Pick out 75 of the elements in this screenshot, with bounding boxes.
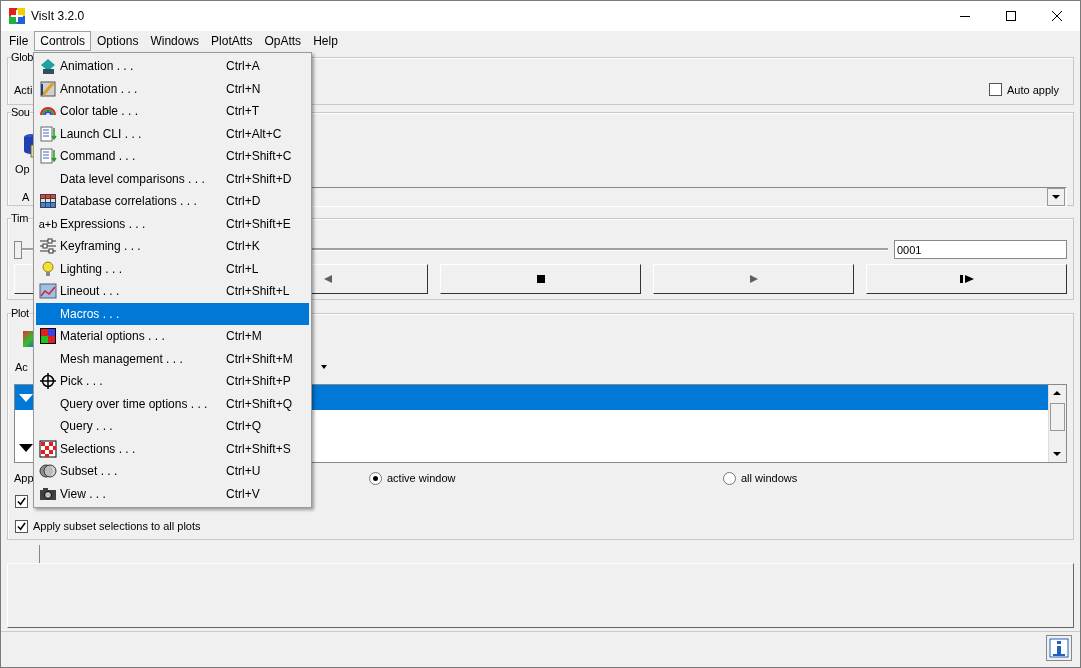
label: Acti [14, 83, 33, 96]
app-logo-icon [9, 8, 25, 24]
menu-item[interactable]: Lineout . . . Ctrl+Shift+L [36, 280, 309, 303]
group-title: Sou [11, 106, 30, 118]
step-button[interactable] [866, 264, 1067, 294]
light-bulb-icon [39, 259, 57, 278]
material-icon [39, 327, 57, 346]
menu-item[interactable]: Query over time options . . . Ctrl+Shift+Q [36, 392, 309, 415]
menu-item[interactable]: Annotation . . . Ctrl+N [36, 77, 309, 100]
line-chart-icon [39, 282, 57, 301]
checkbox[interactable] [15, 494, 28, 508]
radio-label: all windows [741, 472, 798, 484]
grid-icon [39, 192, 57, 211]
menu-item[interactable]: Windows [144, 31, 206, 51]
stop-icon [535, 274, 546, 284]
play-button[interactable] [653, 264, 854, 294]
frame-field[interactable]: 0001 [894, 240, 1067, 259]
group-title: Tim [11, 212, 29, 224]
sliders-icon [39, 237, 57, 256]
checkbox[interactable] [989, 83, 1002, 96]
checkerboard-icon [39, 439, 57, 458]
label: App [14, 472, 34, 484]
radio-label: active window [387, 472, 456, 484]
script-icon [39, 124, 57, 143]
button-label[interactable]: Ac [15, 361, 28, 373]
close-icon[interactable] [1052, 11, 1062, 21]
menu-item[interactable]: Database correlations . . . Ctrl+D [36, 190, 309, 213]
menu-item[interactable]: Pick . . . Ctrl+Shift+P [36, 370, 309, 393]
menu-item[interactable]: PlotAtts [205, 31, 259, 51]
menu-item[interactable]: Command . . . Ctrl+Shift+C [36, 145, 309, 168]
menu-item[interactable]: Help [307, 31, 344, 51]
menu-item[interactable]: Query . . . Ctrl+Q [36, 415, 309, 438]
group-title: Glob [11, 51, 34, 63]
menu-item[interactable]: Subset . . . Ctrl+U [36, 460, 309, 483]
menu-item[interactable]: Selections . . . Ctrl+Shift+S [36, 437, 309, 460]
menu-item[interactable]: File [3, 31, 35, 51]
checkbox[interactable] [15, 519, 28, 533]
step-forward-icon [958, 274, 975, 284]
checkmark-icon [17, 521, 26, 531]
play-icon [748, 274, 759, 284]
triangle-icon[interactable] [19, 443, 33, 452]
menu-item[interactable]: Color table . . . Ctrl+T [36, 100, 309, 123]
menu-item[interactable]: Animation . . . Ctrl+A [36, 55, 309, 78]
menu-item[interactable]: a+b Expressions . . . Ctrl+Shift+E [36, 212, 309, 235]
crosshair-icon [39, 372, 57, 391]
stop-button[interactable] [440, 264, 641, 294]
caret-icon[interactable] [321, 365, 327, 369]
label: A [22, 191, 30, 203]
info-icon[interactable] [1046, 634, 1072, 661]
checkmark-icon [17, 496, 26, 506]
menu-item[interactable]: Macros . . . [36, 302, 309, 325]
scrollbar[interactable] [1048, 385, 1066, 462]
radio-button[interactable] [369, 471, 382, 485]
pencil-chart-icon [39, 79, 57, 98]
menu-item[interactable]: Options [91, 31, 145, 51]
menu-item[interactable]: Launch CLI . . . Ctrl+Alt+C [36, 122, 309, 145]
window-title: VisIt 3.2.0 [31, 9, 85, 23]
left-triangle-icon [322, 274, 333, 284]
script-icon [39, 147, 57, 166]
checkbox-label: Apply subset selections to all plots [33, 520, 201, 532]
overlapping-circles-icon [39, 462, 57, 481]
menu-item[interactable]: OpAtts [258, 31, 308, 51]
group-title: Plot [11, 307, 29, 319]
expression-icon: a+b [38, 217, 58, 230]
menu-item[interactable]: Material options . . . Ctrl+M [36, 325, 309, 348]
menu-item[interactable]: View . . . Ctrl+V [36, 482, 309, 505]
menu-item[interactable]: Keyframing . . . Ctrl+K [36, 235, 309, 258]
menu-item[interactable]: Controls [34, 31, 92, 51]
button-label[interactable]: Op [15, 163, 30, 175]
menu-item[interactable]: Lighting . . . Ctrl+L [36, 257, 309, 280]
menu-item[interactable]: Data level comparisons . . . Ctrl+Shift+D [36, 167, 309, 190]
maximize-icon[interactable] [1006, 11, 1016, 21]
radio-button[interactable] [723, 471, 736, 485]
checkbox-label: Auto apply [1007, 83, 1059, 96]
menu-item[interactable]: Mesh management . . . Ctrl+Shift+M [36, 347, 309, 370]
